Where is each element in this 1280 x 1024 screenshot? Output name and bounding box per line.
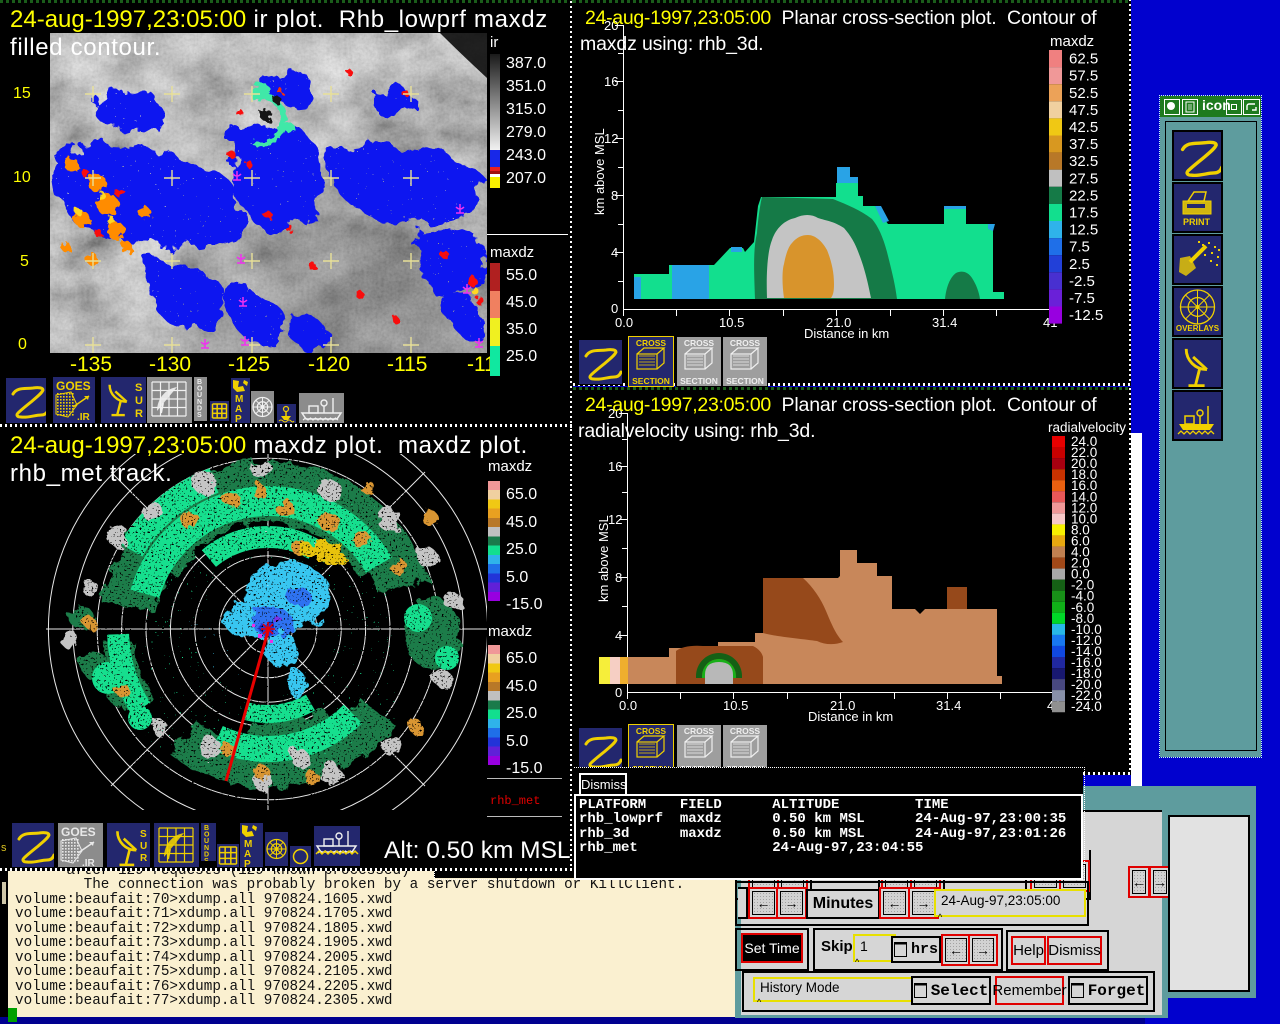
svg-text:27.5: 27.5	[1069, 170, 1098, 187]
svg-text:.IR: .IR	[77, 412, 91, 423]
svg-text:S: S	[204, 858, 209, 861]
svg-text:0.0: 0.0	[615, 315, 633, 330]
svg-text:GOES: GOES	[56, 379, 91, 393]
svg-text:-2.5: -2.5	[1069, 273, 1095, 290]
svg-text:47.5: 47.5	[1069, 102, 1098, 119]
svg-text:S: S	[197, 412, 202, 419]
svg-text:U: U	[140, 841, 147, 852]
svg-text:42.5: 42.5	[1069, 119, 1098, 136]
svg-text:P: P	[244, 859, 251, 867]
svg-text:4: 4	[611, 245, 618, 260]
svg-text:22.5: 22.5	[1069, 187, 1098, 204]
svg-text:Distance in km: Distance in km	[804, 326, 889, 341]
svg-text:52.5: 52.5	[1069, 85, 1098, 102]
svg-text:R: R	[140, 853, 148, 864]
svg-text:0: 0	[611, 301, 618, 316]
svg-text:4: 4	[615, 628, 622, 643]
svg-text:0.0: 0.0	[619, 698, 637, 713]
svg-text:PRINT: PRINT	[1183, 217, 1211, 227]
svg-text:S: S	[140, 829, 147, 840]
svg-text:.IR: .IR	[82, 858, 96, 867]
svg-text:-7.5: -7.5	[1069, 290, 1095, 307]
svg-text:32.5: 32.5	[1069, 153, 1098, 170]
svg-text:R: R	[135, 408, 143, 420]
svg-text:17.5: 17.5	[1069, 205, 1098, 222]
svg-text:16: 16	[608, 459, 622, 474]
svg-text:7.5: 7.5	[1069, 239, 1090, 256]
svg-text:U: U	[135, 395, 143, 407]
svg-text:12.5: 12.5	[1069, 222, 1098, 239]
svg-text:62.5: 62.5	[1069, 51, 1098, 68]
svg-text:P: P	[235, 414, 242, 423]
svg-text:8: 8	[611, 188, 618, 203]
svg-text:km above MSL: km above MSL	[596, 515, 611, 602]
svg-text:8: 8	[615, 570, 622, 585]
svg-text:Distance in km: Distance in km	[808, 709, 893, 724]
svg-text:37.5: 37.5	[1069, 136, 1098, 153]
svg-text:radialvelocity: radialvelocity	[1048, 420, 1126, 435]
svg-text:10.5: 10.5	[719, 315, 744, 330]
svg-text:-12.5: -12.5	[1069, 307, 1103, 324]
svg-text:57.5: 57.5	[1069, 68, 1098, 85]
svg-text:16: 16	[604, 74, 618, 89]
svg-text:S: S	[135, 382, 142, 394]
svg-text:31.4: 31.4	[936, 698, 961, 713]
svg-text:-24.0: -24.0	[1071, 699, 1102, 714]
svg-text:31.4: 31.4	[932, 315, 957, 330]
svg-text:10.5: 10.5	[723, 698, 748, 713]
svg-text:GOES: GOES	[61, 825, 96, 839]
svg-text:km above MSL: km above MSL	[592, 128, 607, 215]
svg-text:maxdz: maxdz	[1050, 33, 1094, 50]
svg-text:2.5: 2.5	[1069, 256, 1090, 273]
